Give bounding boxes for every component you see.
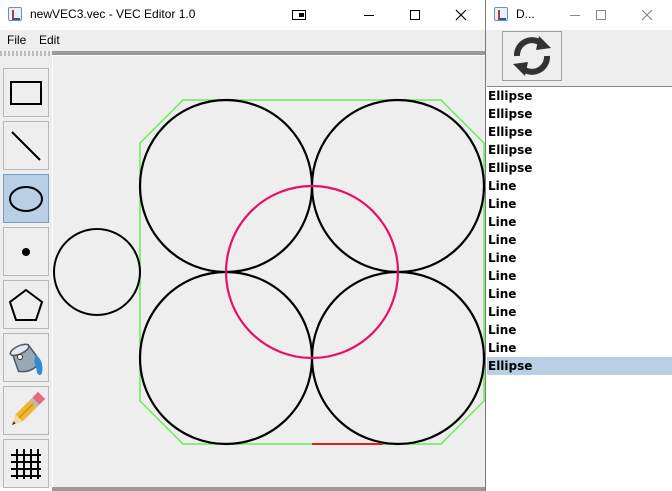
list-item[interactable]: Ellipse [487,159,672,177]
title-bar[interactable]: newVEC3.vec - VEC Editor 1.0 [0,0,485,30]
ellipse-bottom-left [138,270,314,446]
list-item[interactable]: Line [487,177,672,195]
list-item[interactable]: Ellipse [487,141,672,159]
side-window-title: D... [516,7,535,21]
window-title: newVEC3.vec - VEC Editor 1.0 [30,7,196,21]
list-item[interactable]: Line [487,267,672,285]
close-button[interactable] [438,0,484,30]
rectangle-icon [10,80,42,105]
menu-file[interactable]: File [7,33,26,47]
ellipse-tool[interactable] [3,174,49,223]
canvas-drawing [53,98,485,446]
list-item[interactable]: Line [487,195,672,213]
list-item[interactable]: Line [487,249,672,267]
list-item[interactable]: Ellipse [487,123,672,141]
pen-colour-tool[interactable] [3,386,49,435]
java-app-icon [8,7,22,21]
list-item-selected[interactable]: Ellipse [487,357,672,375]
line-tool[interactable] [3,121,49,170]
restore-window-button[interactable] [276,0,322,30]
list-item[interactable]: Line [487,285,672,303]
pencil-icon [11,391,46,425]
maximize-icon [410,10,420,20]
ellipse-bottom-right [310,270,485,446]
list-item[interactable]: Line [487,339,672,357]
tool-palette [0,56,52,488]
minimize-button[interactable] [346,0,392,30]
fill-tool[interactable] [3,333,49,382]
canvas-bottom-border [52,487,485,491]
ellipse-icon [9,185,43,212]
grid-icon [11,448,41,479]
grid-tool[interactable] [3,439,49,488]
close-icon [455,9,467,21]
ellipse-small-left [53,228,141,316]
rectangle-tool[interactable] [3,68,49,117]
minimize-icon [364,15,374,16]
vec-editor-window: newVEC3.vec - VEC Editor 1.0 File Edit [0,0,486,491]
polygon-tool[interactable] [3,280,49,329]
side-maximize-button[interactable] [578,0,624,30]
canvas-divider [52,51,485,55]
paint-bucket-icon [9,343,43,375]
maximize-icon [596,10,606,20]
menu-edit[interactable]: Edit [39,33,60,47]
plot-tool[interactable] [3,227,49,276]
side-toolbar [486,30,672,86]
shape-list[interactable]: Ellipse Ellipse Ellipse Ellipse Ellipse … [487,86,672,491]
list-item[interactable]: Line [487,213,672,231]
dot-icon [22,247,30,256]
maximize-button[interactable] [392,0,438,30]
close-icon [641,9,653,21]
pentagon-icon [8,288,44,321]
restore-icon [292,10,306,20]
ellipse-top-left [138,98,314,274]
list-item[interactable]: Ellipse [487,105,672,123]
line-icon [11,130,41,161]
side-close-button[interactable] [624,0,670,30]
list-item[interactable]: Line [487,231,672,249]
refresh-icon [513,36,551,76]
list-item[interactable]: Ellipse [487,87,672,105]
drawing-canvas[interactable] [53,56,485,487]
menu-bar: File Edit [0,30,485,51]
refresh-button[interactable] [502,31,562,81]
side-title-bar[interactable]: D... [486,0,672,30]
list-item[interactable]: Line [487,321,672,339]
ellipse-top-right [310,98,485,274]
side-java-app-icon [494,7,508,21]
ellipse-highlight-center [224,184,400,360]
shape-list-window: D... Ellipse Ellipse Ellipse Ellipse Ell… [486,0,672,491]
green-outline-shape [139,99,485,445]
list-item[interactable]: Line [487,303,672,321]
